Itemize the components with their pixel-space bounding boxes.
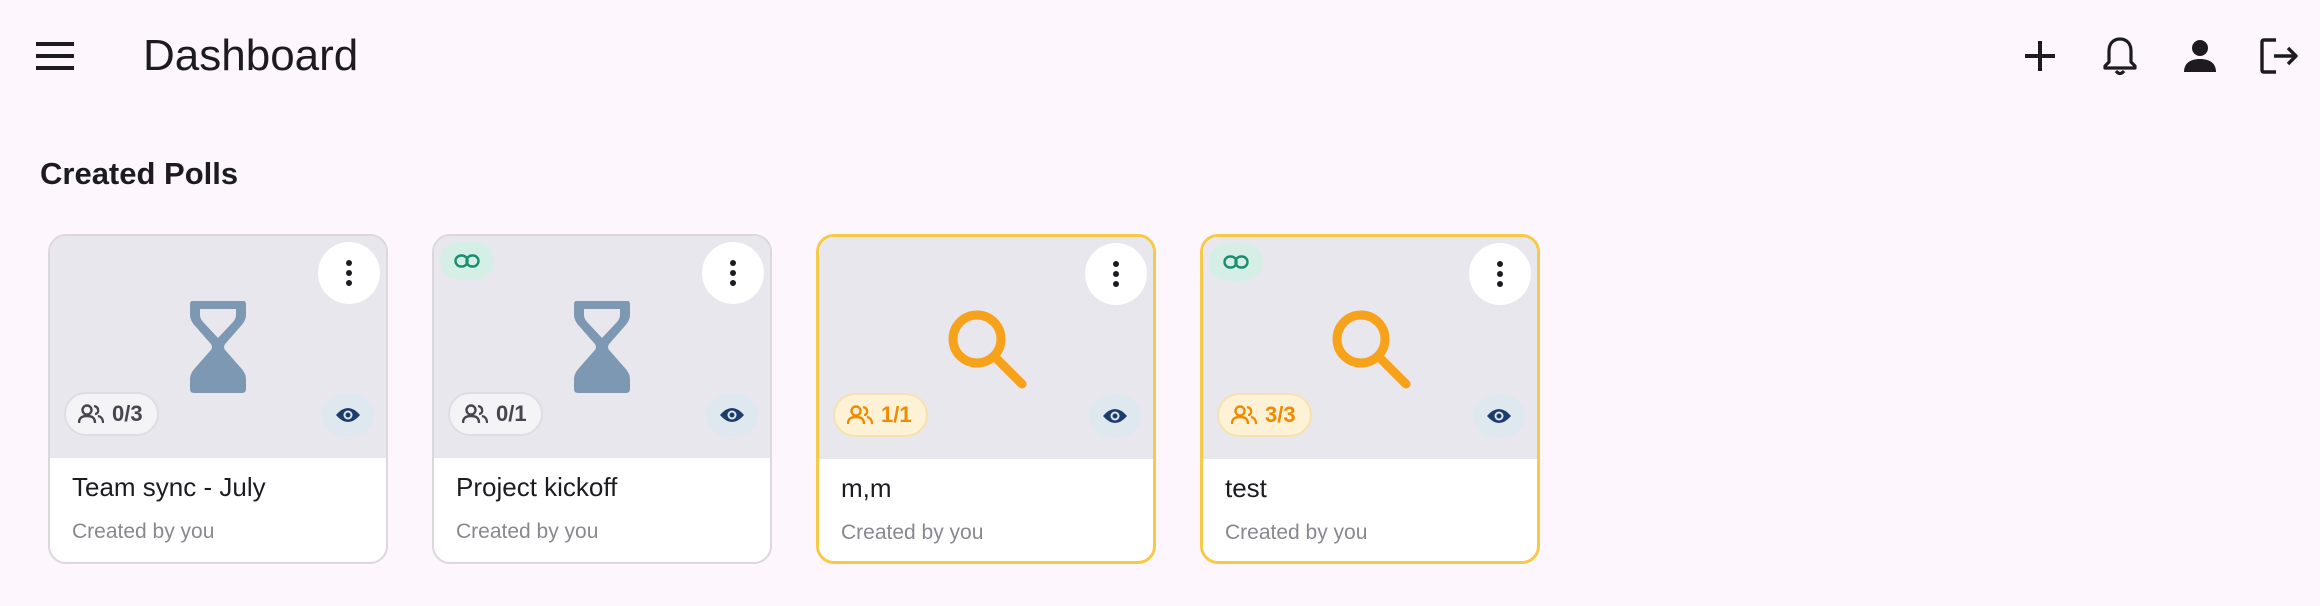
poll-title: Project kickoff <box>456 472 618 502</box>
hourglass-icon <box>552 292 652 402</box>
more-options-button[interactable] <box>1085 243 1147 305</box>
poll-subtitle: Created by you <box>1225 521 1368 544</box>
group-icon <box>847 405 873 425</box>
poll-subtitle: Created by you <box>456 520 599 543</box>
participants-count: 0/3 <box>112 401 143 426</box>
eye-icon <box>1487 409 1511 423</box>
add-icon <box>2025 41 2055 71</box>
search-icon <box>936 293 1036 403</box>
poll-card-media: 0/1 <box>434 236 770 458</box>
link-icon <box>454 254 480 268</box>
more-options-button[interactable] <box>318 242 380 304</box>
poll-title: Team sync - July <box>72 472 266 502</box>
menu-icon <box>36 42 74 70</box>
page-title: Dashboard <box>143 31 359 80</box>
participants-count: 1/1 <box>881 402 912 427</box>
view-button[interactable] <box>706 394 758 436</box>
poll-card-media: 3/3 <box>1203 237 1537 459</box>
profile-button[interactable] <box>2172 28 2228 84</box>
poll-title: m,m <box>841 473 892 503</box>
menu-button[interactable] <box>28 32 84 80</box>
section-title: Created Polls <box>40 156 239 191</box>
group-icon <box>462 404 488 424</box>
poll-card[interactable]: 0/3 Team sync - July Created by you <box>48 234 388 564</box>
view-button[interactable] <box>1473 395 1525 437</box>
eye-icon <box>336 408 360 422</box>
eye-icon <box>720 408 744 422</box>
app-bar: Dashboard <box>0 0 2320 112</box>
more-options-button[interactable] <box>1469 243 1531 305</box>
participants-count: 3/3 <box>1265 402 1296 427</box>
logout-button[interactable] <box>2252 28 2308 84</box>
link-icon <box>1223 255 1249 269</box>
group-icon <box>1231 405 1257 425</box>
person-icon <box>2184 40 2216 72</box>
link-button[interactable] <box>440 242 494 280</box>
poll-card-media: 1/1 <box>819 237 1153 459</box>
view-button[interactable] <box>1089 395 1141 437</box>
participants-chip: 3/3 <box>1217 393 1312 437</box>
search-icon <box>1320 293 1420 403</box>
poll-subtitle: Created by you <box>72 520 215 543</box>
more-vert-icon <box>1497 261 1503 287</box>
participants-chip: 0/1 <box>448 392 543 436</box>
eye-icon <box>1103 409 1127 423</box>
poll-subtitle: Created by you <box>841 521 984 544</box>
add-button[interactable] <box>2012 28 2068 84</box>
bell-icon <box>2103 37 2137 76</box>
more-vert-icon <box>730 260 736 286</box>
header-actions <box>2000 28 2320 84</box>
group-icon <box>78 404 104 424</box>
participants-count: 0/1 <box>496 401 527 426</box>
participants-chip: 1/1 <box>833 393 928 437</box>
view-button[interactable] <box>322 394 374 436</box>
poll-card[interactable]: 3/3 test Created by you <box>1200 234 1540 564</box>
notifications-button[interactable] <box>2092 28 2148 84</box>
link-button[interactable] <box>1209 243 1263 281</box>
more-options-button[interactable] <box>702 242 764 304</box>
logout-icon <box>2260 38 2298 74</box>
participants-chip: 0/3 <box>64 392 159 436</box>
poll-title: test <box>1225 473 1267 503</box>
poll-card-media: 0/3 <box>50 236 386 458</box>
more-vert-icon <box>1113 261 1119 287</box>
more-vert-icon <box>346 260 352 286</box>
hourglass-icon <box>168 292 268 402</box>
poll-card[interactable]: 1/1 m,m Created by you <box>816 234 1156 564</box>
poll-card[interactable]: 0/1 Project kickoff Created by you <box>432 234 772 564</box>
